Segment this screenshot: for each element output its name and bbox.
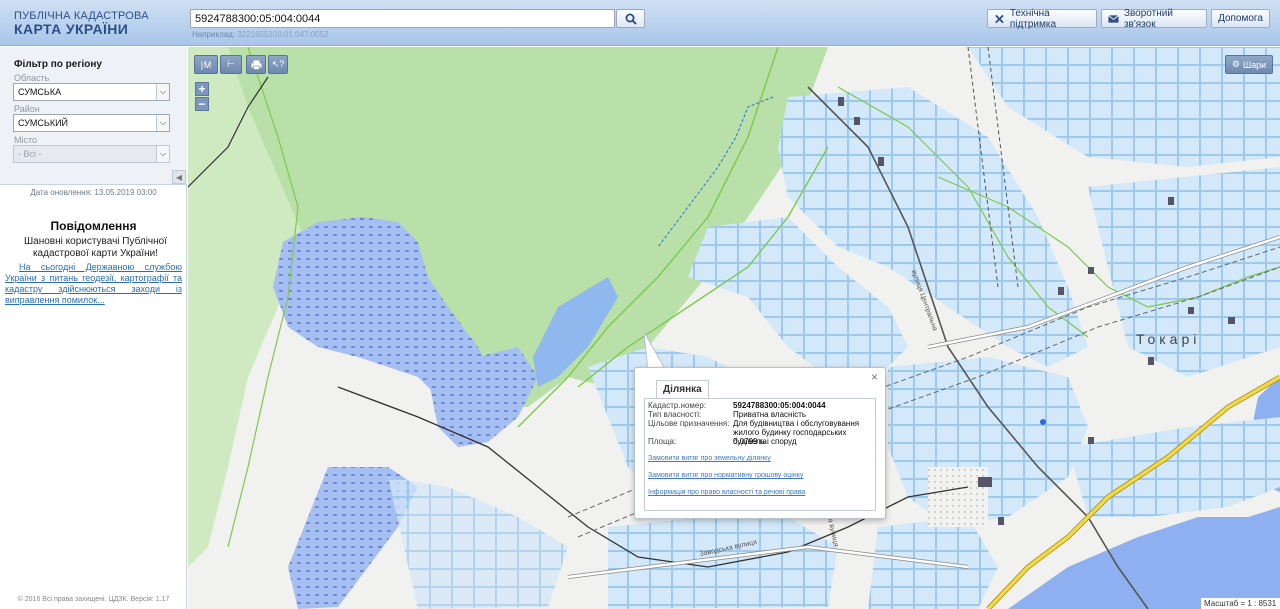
- parcel-info-body: Кадастр.номер: 5924788300:05:004:0044 Ти…: [644, 398, 876, 511]
- zoom-out-button[interactable]: −: [195, 97, 209, 111]
- district-select[interactable]: СУМСЬКИЙ ⌵: [13, 114, 170, 132]
- feedback-button[interactable]: Зворотний зв'язок: [1101, 7, 1207, 30]
- city-label: Місто: [14, 135, 38, 145]
- map-canvas[interactable]: [188, 47, 1280, 609]
- chevron-down-icon: ⌵: [156, 115, 169, 131]
- city-select-value: - Всі -: [18, 149, 42, 159]
- ownership-type-value: Приватна власність: [733, 410, 807, 419]
- area-label: Площа:: [648, 437, 677, 446]
- region-select-value: СУМСЬКА: [18, 87, 62, 97]
- measure-area-button[interactable]: ⊢: [220, 55, 242, 74]
- collapse-sidebar-button[interactable]: ◀: [172, 170, 186, 184]
- search-hint: Наприклад: 3221655100:01:047:0052: [192, 30, 329, 39]
- region-label: Область: [14, 73, 50, 83]
- help-label: Допомога: [1218, 13, 1263, 24]
- update-date: Дата оновлення: 13.05.2019 03:00: [30, 188, 157, 197]
- tech-support-label: Технічна підтримка: [1009, 7, 1057, 30]
- header-bar: ПУБЛІЧНА КАДАСТРОВА КАРТА УКРАЇНИ Наприк…: [0, 0, 1280, 46]
- cadastral-number-value: 5924788300:05:004:0044: [733, 401, 826, 410]
- popup-pointer: [644, 332, 664, 372]
- district-select-value: СУМСЬКИЙ: [18, 118, 69, 128]
- tech-support-button[interactable]: Технічна підтримка: [987, 7, 1097, 30]
- search-hint-example: 3221655100:01:047:0052: [237, 30, 329, 39]
- search-hint-label: Наприклад:: [192, 30, 236, 39]
- map-scale: Масштаб = 1 : 8531: [1201, 598, 1280, 609]
- close-icon[interactable]: ×: [871, 370, 878, 384]
- chevron-left-icon: ◀: [175, 172, 183, 182]
- help-button[interactable]: Допомога: [1211, 9, 1270, 28]
- purpose-label: Цільове призначення:: [648, 419, 730, 428]
- ruler-length-icon: | M: [200, 59, 212, 70]
- envelope-icon: [1108, 14, 1119, 23]
- ruler-area-icon: ⊢: [227, 59, 235, 69]
- region-select[interactable]: СУМСЬКА ⌵: [13, 83, 170, 101]
- info-cursor-icon: ↖?: [271, 59, 285, 69]
- chevron-down-icon: ⌵: [156, 84, 169, 100]
- minus-icon: −: [198, 97, 206, 111]
- order-extract-link[interactable]: Замовити витяг про земельну ділянку: [648, 455, 771, 462]
- print-button[interactable]: [246, 55, 266, 74]
- area-value: 0.0799 га: [733, 437, 767, 446]
- cadastral-number-label: Кадастр.номер:: [648, 401, 707, 410]
- feedback-label: Зворотний зв'язок: [1123, 7, 1173, 30]
- site-logo[interactable]: ПУБЛІЧНА КАДАСТРОВА КАРТА УКРАЇНИ: [14, 10, 149, 36]
- notice-title: Повідомлення: [50, 219, 137, 233]
- logo-line2: КАРТА УКРАЇНИ: [14, 21, 129, 37]
- tab-parcel[interactable]: Ділянка: [656, 380, 709, 399]
- district-label: Район: [14, 104, 40, 114]
- gear-icon: ⚙: [1231, 59, 1240, 69]
- sidebar: Фільтр по регіону Область СУМСЬКА ⌵ Райо…: [0, 47, 187, 609]
- notice-link[interactable]: На сьогодні Державною службою України з …: [5, 262, 182, 306]
- city-select[interactable]: - Всі - ⌵: [13, 145, 170, 163]
- cadastral-search-input[interactable]: [190, 9, 615, 28]
- copyright-footer: © 2016 Всі права захищені. ЦДЗК. Версія:…: [17, 596, 170, 603]
- chevron-down-icon: ⌵: [156, 146, 169, 162]
- ownership-type-label: Тип власності:: [648, 410, 702, 419]
- notice-text: Шановні користувачі Публічної кадастрово…: [24, 236, 167, 259]
- search-icon: [625, 13, 637, 25]
- parcel-info-popup: × Ділянка Кадастр.номер: 5924788300:05:0…: [634, 367, 886, 519]
- plus-icon: +: [198, 82, 206, 96]
- layers-label: Шари: [1242, 59, 1267, 70]
- filter-title: Фільтр по регіону: [14, 59, 102, 70]
- ownership-info-link[interactable]: Інформація про право власності та речові…: [648, 489, 805, 496]
- print-icon: [251, 60, 261, 70]
- zoom-in-button[interactable]: +: [195, 82, 209, 96]
- identify-button[interactable]: ↖?: [268, 55, 288, 74]
- search-button[interactable]: [616, 9, 645, 28]
- cadastral-map[interactable]: | M ⊢ ↖? + − ⚙ Шари Токарі Заводська вул…: [188, 47, 1280, 609]
- order-valuation-link[interactable]: Замовити витяг про нормативну грошову оц…: [648, 472, 803, 479]
- tools-icon: [995, 14, 1004, 23]
- region-filter-panel: Фільтр по регіону Область СУМСЬКА ⌵ Райо…: [0, 47, 187, 185]
- layers-button[interactable]: ⚙ Шари: [1225, 55, 1273, 74]
- place-label: Токарі: [1136, 331, 1201, 347]
- measure-length-button[interactable]: | M: [194, 55, 218, 74]
